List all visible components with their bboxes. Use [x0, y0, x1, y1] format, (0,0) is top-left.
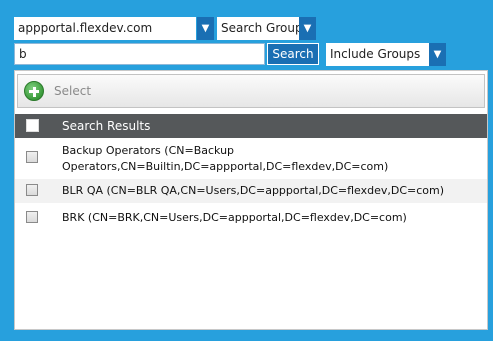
grid-header-label: Search Results — [62, 119, 151, 133]
row-label: Backup Operators (CN=Backup Operators,CN… — [62, 143, 388, 175]
domain-select-value: appportal.flexdev.com — [18, 21, 153, 35]
search-button-label: Search — [272, 47, 314, 61]
scope-dropdown-button[interactable]: ▼ — [429, 43, 446, 66]
row-checkbox[interactable] — [26, 184, 38, 196]
domain-dropdown-button[interactable]: ▼ — [197, 17, 214, 40]
scope-select[interactable]: Include Groups — [326, 43, 429, 66]
grid-header: Search Results — [15, 114, 487, 138]
results-panel: Select Search Results Backup Operators (… — [14, 70, 488, 330]
domain-select[interactable]: appportal.flexdev.com — [14, 17, 196, 40]
chevron-down-icon: ▼ — [433, 49, 442, 60]
chevron-down-icon: ▼ — [303, 23, 312, 34]
search-button[interactable]: Search — [267, 43, 319, 65]
row-label-line1: Backup Operators (CN=Backup — [62, 144, 235, 157]
row-checkbox[interactable] — [26, 151, 38, 163]
select-button[interactable]: Select — [24, 80, 94, 102]
row-label: BRK (CN=BRK,CN=Users,DC=appportal,DC=fle… — [62, 211, 407, 224]
add-circle-icon — [24, 81, 44, 101]
select-button-label: Select — [54, 84, 92, 98]
scope-select-value: Include Groups — [330, 47, 421, 61]
search-input[interactable] — [14, 43, 265, 65]
chevron-down-icon: ▼ — [201, 23, 210, 34]
type-select[interactable]: Search Group — [217, 17, 299, 40]
results-toolbar: Select — [17, 74, 485, 108]
type-select-value: Search Group — [221, 21, 299, 35]
table-row[interactable]: BLR QA (CN=BLR QA,CN=Users,DC=appportal,… — [15, 179, 487, 203]
row-checkbox[interactable] — [26, 211, 38, 223]
table-row[interactable]: Backup Operators (CN=Backup Operators,CN… — [15, 141, 487, 177]
row-label-line2: Operators,CN=Builtin,DC=appportal,DC=fle… — [62, 160, 389, 173]
type-dropdown-button[interactable]: ▼ — [299, 17, 316, 40]
select-all-checkbox[interactable] — [26, 119, 39, 132]
row-label: BLR QA (CN=BLR QA,CN=Users,DC=appportal,… — [62, 184, 445, 197]
table-row[interactable]: BRK (CN=BRK,CN=Users,DC=appportal,DC=fle… — [15, 206, 487, 230]
